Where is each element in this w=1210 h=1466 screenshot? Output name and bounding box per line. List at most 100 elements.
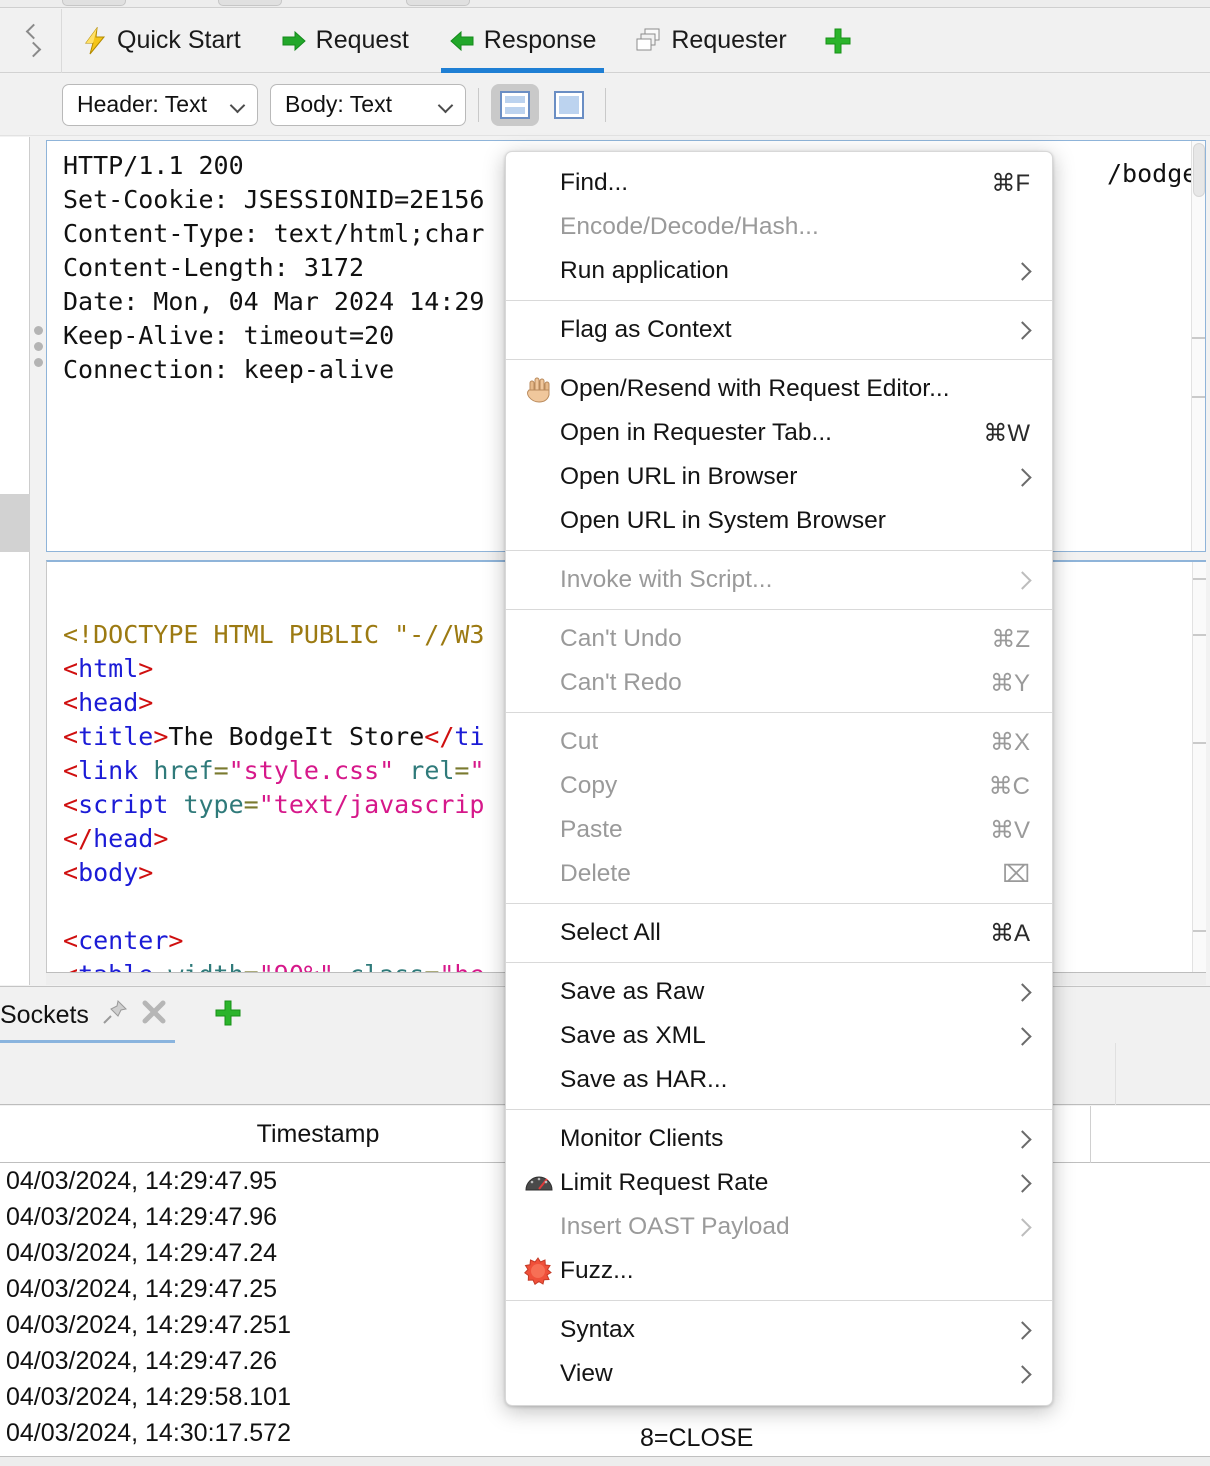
menu-item-open-resend-with-request-editor[interactable]: Open/Resend with Request Editor... [506, 367, 1052, 411]
chevron-left-icon[interactable] [24, 24, 38, 40]
code-token: > [138, 688, 153, 717]
code-token: > [138, 858, 153, 887]
single-view-icon [553, 90, 585, 120]
pin-icon[interactable] [101, 998, 129, 1033]
menu-item-label: Find... [560, 169, 973, 197]
close-x-icon[interactable] [141, 999, 167, 1032]
cell-timestamp: 04/03/2024, 14:29:47.251 [6, 1311, 291, 1340]
menu-item-limit-request-rate[interactable]: Limit Request Rate [506, 1161, 1052, 1205]
plus-icon [213, 998, 243, 1028]
menu-separator [506, 1109, 1052, 1110]
context-menu[interactable]: Find...⌘FEncode/Decode/Hash...Run applic… [505, 151, 1053, 1406]
cell-timestamp: 04/03/2024, 14:29:47.26 [6, 1347, 277, 1376]
menu-item-label: Save as HAR... [560, 1066, 1030, 1094]
menu-item-paste: Paste⌘V [506, 808, 1052, 852]
tab-request[interactable]: Request [261, 9, 429, 73]
header-view-value: Header: Text [77, 91, 207, 118]
chevron-right-icon [1014, 322, 1030, 338]
code-token: head [78, 688, 138, 717]
table-row[interactable]: 04/03/2024, 14:30:17.572 [0, 1415, 1210, 1451]
menu-item-icon-slot [524, 506, 560, 536]
code-token: head [93, 824, 153, 853]
menu-item-flag-as-context[interactable]: Flag as Context [506, 308, 1052, 352]
menu-item-shortcut: ⌘A [972, 919, 1030, 948]
split-view-button[interactable] [491, 84, 539, 126]
code-token: < [63, 722, 78, 751]
code-token: center [78, 926, 168, 955]
single-view-button[interactable] [545, 84, 593, 126]
menu-item-icon-slot [524, 771, 560, 801]
plus-icon [823, 26, 853, 56]
menu-item-save-as-raw[interactable]: Save as Raw [506, 970, 1052, 1014]
splitter-dot [34, 342, 43, 351]
menu-item-view[interactable]: View [506, 1352, 1052, 1396]
menu-item-fuzz[interactable]: Fuzz... [506, 1249, 1052, 1293]
code-token: html [78, 654, 138, 683]
tab-response[interactable]: Response [429, 9, 617, 73]
menu-item-label: Run application [560, 257, 1014, 285]
menu-item-open-url-in-browser[interactable]: Open URL in Browser [506, 455, 1052, 499]
splitter-dot [34, 358, 43, 367]
code-token [168, 790, 183, 819]
menu-separator [506, 962, 1052, 963]
menu-item-label: Insert OAST Payload [560, 1213, 1014, 1241]
header-pane-scrollbar[interactable] [1191, 141, 1205, 552]
menu-item-run-application[interactable]: Run application [506, 249, 1052, 293]
arrow-right-icon [281, 27, 307, 55]
menu-item-label: Paste [560, 816, 972, 844]
sockets-add-button[interactable] [213, 998, 243, 1033]
header-view-select[interactable]: Header: Text [62, 84, 258, 126]
stacked-windows-icon [636, 27, 662, 55]
tab-requester[interactable]: Requester [616, 9, 806, 73]
menu-separator [506, 550, 1052, 551]
menu-item-icon-slot [524, 859, 560, 889]
chevron-right-icon[interactable] [24, 42, 38, 58]
menu-item-monitor-clients[interactable]: Monitor Clients [506, 1117, 1052, 1161]
lightning-bolt-icon [82, 27, 108, 55]
code-token: script [78, 790, 168, 819]
cell-timestamp: 04/03/2024, 14:30:17.572 [6, 1419, 291, 1448]
menu-item-invoke-with-script: Invoke with Script... [506, 558, 1052, 602]
body-pane-scrollbar[interactable] [1192, 562, 1206, 980]
menu-separator [506, 300, 1052, 301]
tab-label: Response [484, 26, 597, 55]
tab-quick-start[interactable]: Quick Start [62, 9, 261, 73]
menu-item-icon-slot [524, 168, 560, 198]
menu-item-cut: Cut⌘X [506, 720, 1052, 764]
hand-icon [524, 374, 560, 404]
sockets-tab[interactable]: Sockets [0, 987, 181, 1044]
code-token: > [153, 722, 168, 751]
menu-item-find[interactable]: Find...⌘F [506, 161, 1052, 205]
tab-scroll-arrows[interactable] [0, 9, 62, 73]
vertical-splitter-handle[interactable] [31, 137, 45, 555]
menu-item-icon-slot [524, 1065, 560, 1095]
split-view-icon [499, 90, 531, 120]
menu-item-syntax[interactable]: Syntax [506, 1308, 1052, 1352]
scrollbar-thumb[interactable] [1193, 143, 1205, 197]
menu-separator [506, 903, 1052, 904]
toolbar-cell-divider [1115, 1043, 1116, 1105]
menu-item-open-in-requester-tab[interactable]: Open in Requester Tab...⌘W [506, 411, 1052, 455]
menu-separator [506, 1300, 1052, 1301]
top-strip-pill-1 [62, 0, 126, 6]
menu-item-icon-slot [524, 418, 560, 448]
menu-item-save-as-har[interactable]: Save as HAR... [506, 1058, 1052, 1102]
top-strip-pill-3 [406, 0, 470, 6]
column-divider[interactable] [1090, 1106, 1091, 1163]
add-tab-button[interactable] [815, 9, 861, 73]
window-bottom-edge [0, 1456, 1210, 1466]
body-view-select[interactable]: Body: Text [270, 84, 466, 126]
menu-item-insert-oast-payload: Insert OAST Payload [506, 1205, 1052, 1249]
menu-item-shortcut: ⌘X [972, 728, 1030, 757]
menu-item-save-as-xml[interactable]: Save as XML [506, 1014, 1052, 1058]
code-token: "style.css" [229, 756, 395, 785]
menu-item-open-url-in-system-browser[interactable]: Open URL in System Browser [506, 499, 1052, 543]
cell-timestamp: 04/03/2024, 14:29:47.96 [6, 1203, 277, 1232]
chevron-right-icon [1014, 1366, 1030, 1382]
code-token: < [63, 858, 78, 887]
code-token: "text/javascrip [259, 790, 485, 819]
menu-item-select-all[interactable]: Select All⌘A [506, 911, 1052, 955]
chevron-down-icon [439, 100, 453, 109]
cell-timestamp: 04/03/2024, 14:29:47.24 [6, 1239, 277, 1268]
toolbar-divider [478, 88, 479, 122]
